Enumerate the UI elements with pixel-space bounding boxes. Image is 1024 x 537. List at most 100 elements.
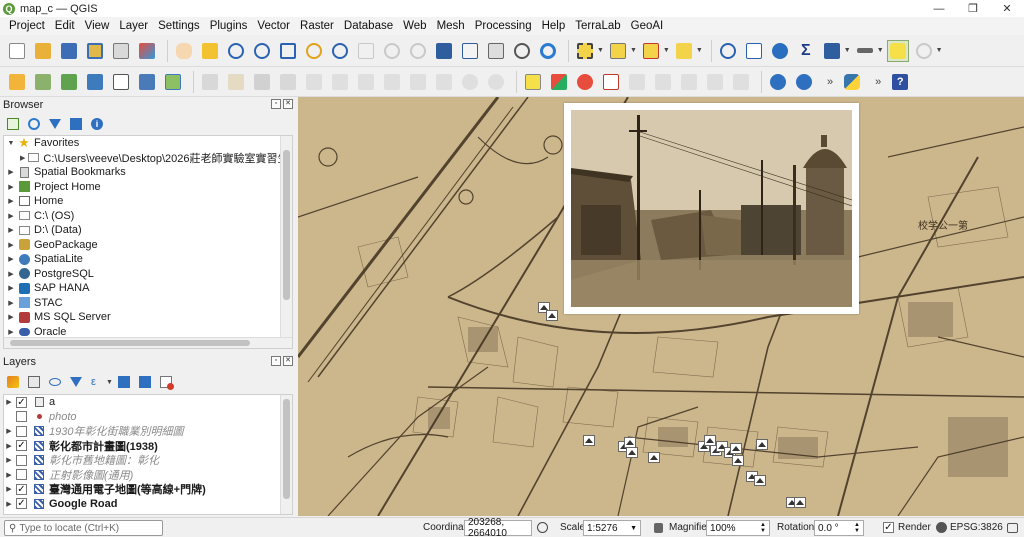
float-panel-icon[interactable]: ▫	[271, 356, 281, 366]
layers-vertical-scrollbar[interactable]	[280, 395, 292, 514]
change-label-icon[interactable]	[730, 71, 752, 93]
cut-features-icon[interactable]	[381, 71, 403, 93]
close-panel-icon[interactable]: ✕	[283, 99, 293, 109]
chevron-right-icon[interactable]: ▶	[4, 398, 14, 406]
float-panel-icon[interactable]: ▫	[271, 99, 281, 109]
help-icon[interactable]: ?	[889, 71, 911, 93]
photo-marker-icon[interactable]	[583, 435, 595, 446]
browser-item[interactable]: ▶ C:\ (OS)	[4, 209, 292, 224]
new-geopackage-icon[interactable]	[32, 71, 54, 93]
chevron-down-icon[interactable]: ▼	[106, 379, 113, 386]
menu-raster[interactable]: Raster	[295, 20, 339, 32]
coordinate-mouse-icon[interactable]	[536, 521, 549, 534]
chevron-down-icon[interactable]: ▼	[844, 47, 851, 54]
digitize-icon[interactable]	[277, 71, 299, 93]
refresh-icon[interactable]	[537, 40, 559, 62]
minimize-button[interactable]: —	[922, 0, 956, 17]
chevron-right-icon[interactable]: ▶	[4, 442, 14, 450]
menu-terralab[interactable]: TerraLab	[570, 20, 625, 32]
coordinate-field[interactable]: 203268, 2664010	[464, 517, 532, 537]
chevron-right-icon[interactable]: ▶	[4, 500, 14, 508]
processing-toolbox-icon[interactable]	[769, 40, 791, 62]
new-map-view-icon[interactable]	[433, 40, 455, 62]
browser-item[interactable]: ▶ MS SQL Server	[4, 310, 292, 325]
map-canvas[interactable]: 校学公一第	[298, 97, 1024, 516]
save-edits-icon[interactable]	[251, 71, 273, 93]
chevron-right-icon[interactable]: ▶	[6, 328, 16, 336]
zoom-last-icon[interactable]	[381, 40, 403, 62]
render-checkbox[interactable]: ✓	[883, 522, 894, 533]
chevron-right-icon[interactable]: ▶	[6, 313, 16, 321]
menu-web[interactable]: Web	[398, 20, 431, 32]
chevron-right-icon[interactable]: ▶	[4, 485, 14, 493]
pan-hand-icon[interactable]	[173, 40, 195, 62]
photo-marker-icon[interactable]	[732, 455, 744, 466]
menu-settings[interactable]: Settings	[153, 20, 205, 32]
expand-all-icon[interactable]	[116, 374, 132, 390]
label-icon[interactable]	[522, 71, 544, 93]
crs-button[interactable]: EPSG:3826	[950, 522, 1003, 533]
photo-marker-icon[interactable]	[546, 310, 558, 321]
menu-help[interactable]: Help	[537, 20, 571, 32]
layer-item[interactable]: ▶ ✓ 臺灣通用電子地圖(等高線+門牌)	[4, 482, 292, 497]
chevron-down-icon[interactable]: ▼	[696, 47, 703, 54]
save-as-icon[interactable]	[84, 40, 106, 62]
callout-icon[interactable]	[600, 71, 622, 93]
browser-item[interactable]: ▶ SAP HANA	[4, 281, 292, 296]
layer-item[interactable]: photo	[4, 410, 292, 425]
temporal-controller-icon[interactable]	[511, 40, 533, 62]
show-hide-labels-icon[interactable]	[652, 71, 674, 93]
properties-info-icon[interactable]: i	[89, 116, 105, 132]
layer-visibility-checkbox[interactable]	[16, 425, 27, 437]
copy-features-icon[interactable]	[407, 71, 429, 93]
move-label-icon[interactable]	[678, 71, 700, 93]
locator-settings-icon[interactable]	[913, 40, 935, 62]
collapse-all-icon[interactable]	[68, 116, 84, 132]
layer-visibility-checkbox[interactable]: ✓	[16, 483, 27, 495]
chevron-right-icon[interactable]: ▶	[4, 427, 14, 435]
select-features-icon[interactable]	[574, 40, 596, 62]
browser-item[interactable]: ▶ Project Home	[4, 180, 292, 195]
delete-selected-icon[interactable]	[355, 71, 377, 93]
browser-item[interactable]: ▶ STAC	[4, 296, 292, 311]
photo-marker-icon[interactable]	[754, 475, 766, 486]
layer-visibility-checkbox[interactable]	[16, 454, 27, 466]
layer-item[interactable]: ▶ ✓ Google Road	[4, 497, 292, 512]
chevron-right-icon[interactable]: ▶	[6, 255, 16, 263]
new-scratch-layer-icon[interactable]	[110, 71, 132, 93]
zoom-out-icon[interactable]	[251, 40, 273, 62]
close-button[interactable]: ✕	[990, 0, 1024, 17]
chevron-right-icon[interactable]: ▶	[6, 241, 16, 249]
layer-visibility-checkbox[interactable]: ✓	[16, 440, 27, 452]
vertex-tool-icon[interactable]	[303, 71, 325, 93]
chevron-right-icon[interactable]: ▶	[4, 471, 14, 479]
layer-visibility-checkbox[interactable]	[16, 469, 27, 481]
zoom-in-icon[interactable]	[225, 40, 247, 62]
menu-edit[interactable]: Edit	[50, 20, 80, 32]
menu-database[interactable]: Database	[339, 20, 398, 32]
photo-marker-icon[interactable]	[756, 439, 768, 450]
zoom-to-layer-icon[interactable]	[329, 40, 351, 62]
paste-features-icon[interactable]	[433, 71, 455, 93]
menu-view[interactable]: View	[80, 20, 115, 32]
browser-item[interactable]: ▶ Spatial Bookmarks	[4, 165, 292, 180]
zoom-full-icon[interactable]	[277, 40, 299, 62]
layer-visibility-checkbox[interactable]: ✓	[16, 396, 27, 408]
zoom-to-selection-icon[interactable]	[303, 40, 325, 62]
browser-item[interactable]: ▼ ★ Favorites	[4, 136, 292, 151]
attribute-table-icon[interactable]	[743, 40, 765, 62]
chevron-right-icon[interactable]: ▶	[6, 270, 16, 278]
layer-item[interactable]: ▶ 彰化市舊地籍圖：彰化	[4, 453, 292, 468]
menu-vector[interactable]: Vector	[252, 20, 295, 32]
open-table-icon[interactable]	[821, 40, 843, 62]
locator-search-input[interactable]: ⚲ Type to locate (Ctrl+K)	[4, 520, 163, 536]
manage-visibility-icon[interactable]	[47, 374, 63, 390]
collapse-all-icon[interactable]	[137, 374, 153, 390]
map-tips-icon[interactable]	[886, 39, 909, 62]
photo-marker-icon[interactable]	[648, 452, 660, 463]
layer-item[interactable]: ▶ ✓ 彰化都市計畫圖(1938)	[4, 439, 292, 454]
filter-by-expression-icon[interactable]: ε	[89, 374, 105, 390]
layer-item[interactable]: ▶ ✓ a	[4, 395, 292, 410]
chevron-right-icon[interactable]: ▶	[6, 168, 16, 176]
menu-geoai[interactable]: GeoAI	[626, 20, 669, 32]
